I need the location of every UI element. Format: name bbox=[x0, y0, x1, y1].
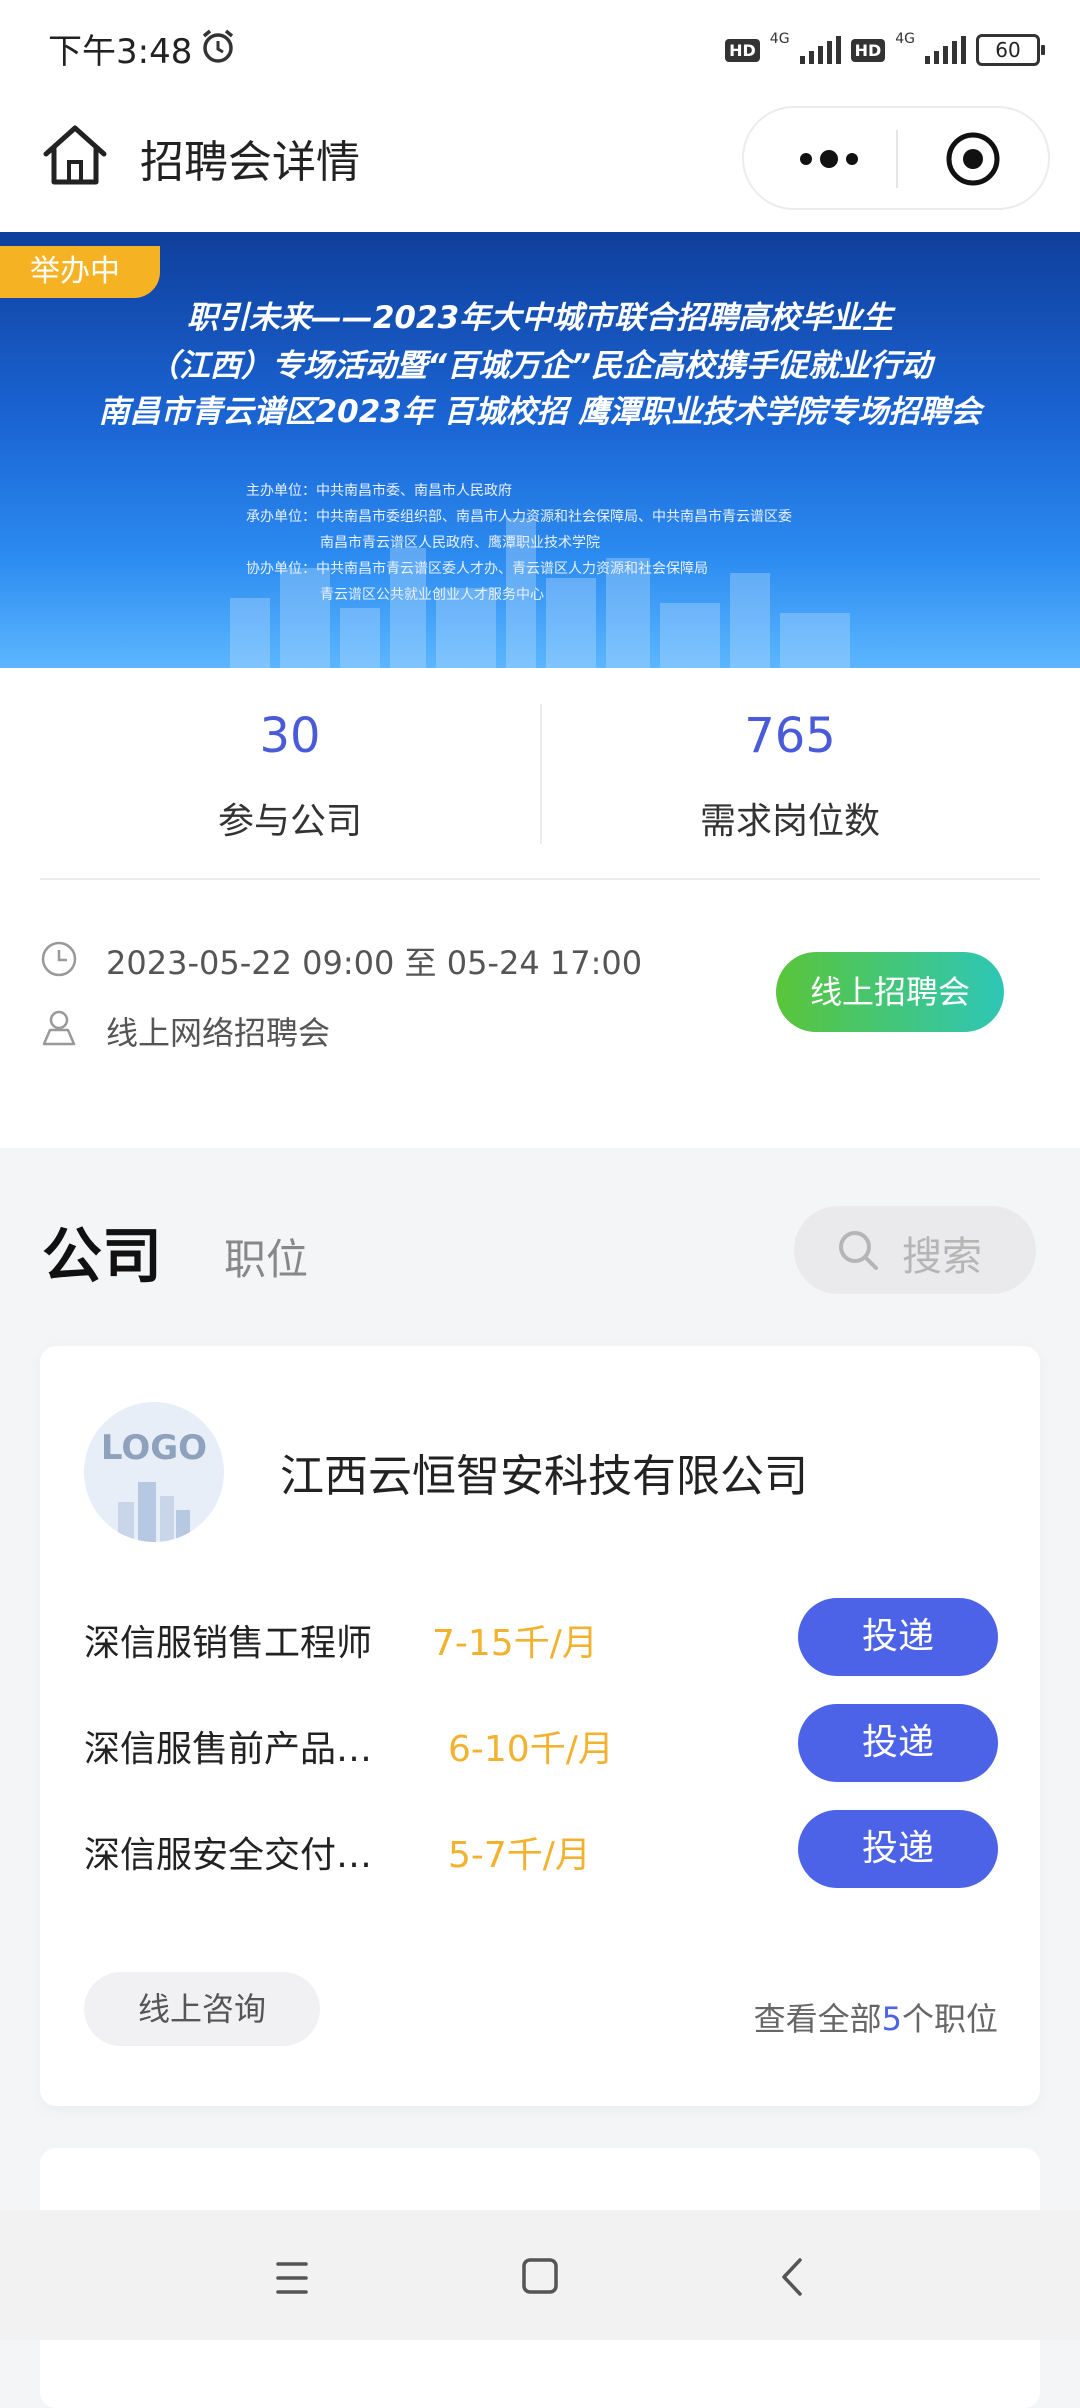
positions-count: 765 bbox=[744, 708, 836, 764]
logo-placeholder-text: LOGO bbox=[100, 1428, 208, 1468]
job-title[interactable]: 深信服售前产品… bbox=[84, 1720, 372, 1772]
company-card[interactable]: LOGO 江西云恒智安科技有限公司 深信服销售工程师 7-15千/月 投递 深信… bbox=[40, 1346, 1040, 2106]
home-square-icon[interactable] bbox=[518, 2254, 562, 2298]
banner-headline-3: 南昌市青云谱区2023年 百城校招 鹰潭职业技术学院专场招聘会 bbox=[98, 394, 982, 430]
event-time: 2023-05-22 09:00 至 05-24 17:00 bbox=[106, 944, 643, 982]
person-icon bbox=[42, 1010, 76, 1046]
event-location: 线上网络招聘会 bbox=[106, 1014, 331, 1052]
positions-label: 需求岗位数 bbox=[699, 801, 880, 842]
page-title: 招聘会详情 bbox=[140, 137, 360, 188]
target-icon[interactable] bbox=[944, 130, 1002, 188]
divider bbox=[40, 878, 1040, 880]
apply-button[interactable]: 投递 bbox=[798, 1810, 998, 1888]
view-all-prefix: 查看全部 bbox=[753, 2000, 882, 2038]
online-fair-button[interactable]: 线上招聘会 bbox=[776, 952, 1004, 1032]
job-salary: 6-10千/月 bbox=[448, 1729, 614, 1770]
job-salary: 7-15千/月 bbox=[432, 1623, 598, 1664]
status-indicators: HD 4G HD 4G 60 bbox=[725, 30, 1045, 70]
home-icon[interactable] bbox=[40, 120, 110, 190]
banner-headline-2: （江西）专场活动暨“百城万企”民企高校携手促就业行动 bbox=[148, 348, 932, 384]
battery-icon: 60 bbox=[976, 34, 1045, 66]
view-all-positions-link[interactable]: 查看全部5个职位 bbox=[754, 1994, 998, 2040]
company-logo: LOGO bbox=[84, 1402, 224, 1542]
more-icon[interactable] bbox=[784, 134, 874, 184]
online-consult-button[interactable]: 线上咨询 bbox=[84, 1972, 320, 2046]
job-salary: 5-7千/月 bbox=[448, 1835, 591, 1876]
mini-program-capsule bbox=[742, 106, 1050, 210]
hd-icon: HD bbox=[850, 38, 886, 62]
hd-icon: HD bbox=[725, 38, 760, 62]
building-icon bbox=[118, 1482, 190, 1542]
menu-icon[interactable] bbox=[262, 2260, 322, 2296]
back-icon[interactable] bbox=[772, 2254, 812, 2300]
tab-position[interactable]: 职位 bbox=[224, 1226, 308, 1287]
banner-headline-1: 职引未来——2023年大中城市联合招聘高校毕业生 bbox=[186, 300, 894, 336]
signal-icon bbox=[799, 36, 841, 64]
alarm-icon bbox=[202, 29, 234, 63]
nav-bar: 招聘会详情 bbox=[0, 96, 1080, 232]
status-badge: 举办中 bbox=[0, 246, 160, 298]
event-banner: 举办中 职引未来——2023年大中城市联合招聘高校毕业生 （江西）专场活动暨“百… bbox=[0, 232, 1080, 668]
signal-icon bbox=[925, 36, 966, 64]
tab-company[interactable]: 公司 bbox=[42, 1208, 162, 1295]
search-box[interactable]: 搜索 bbox=[794, 1206, 1036, 1294]
capsule-divider bbox=[896, 130, 898, 188]
job-title[interactable]: 深信服安全交付… bbox=[84, 1826, 372, 1878]
status-bar: 下午3:48 HD 4G HD 4G 60 bbox=[0, 0, 1080, 96]
status-time: 下午3:48 bbox=[48, 32, 193, 72]
event-info-card: 30 参与公司 765 需求岗位数 2023-05-22 09:00 至 05-… bbox=[0, 668, 1080, 1148]
companies-count: 30 bbox=[259, 708, 321, 764]
companies-label: 参与公司 bbox=[217, 801, 362, 842]
banner-organizer: 承办单位：中共南昌市委组织部、南昌市人力资源和社会保障局、中共南昌市青云谱区委 bbox=[246, 509, 792, 525]
job-title[interactable]: 深信服销售工程师 bbox=[84, 1614, 372, 1666]
search-placeholder: 搜索 bbox=[902, 1234, 982, 1280]
search-icon bbox=[839, 1231, 878, 1270]
banner-organizer: 青云谱区公共就业创业人才服务中心 bbox=[320, 587, 544, 603]
banner-organizer: 主办单位：中共南昌市委、南昌市人民政府 bbox=[246, 483, 512, 499]
network-label: 4G bbox=[769, 31, 790, 47]
apply-button[interactable]: 投递 bbox=[798, 1598, 998, 1676]
view-all-suffix: 个职位 bbox=[901, 2000, 998, 2038]
clock-icon bbox=[41, 941, 77, 977]
company-name[interactable]: 江西云恒智安科技有限公司 bbox=[280, 1440, 808, 1504]
network-label: 4G bbox=[895, 31, 915, 47]
apply-button[interactable]: 投递 bbox=[798, 1704, 998, 1782]
banner-organizer: 协办单位：中共南昌市青云谱区委人才办、青云谱区人力资源和社会保障局 bbox=[246, 561, 708, 577]
view-all-count: 5 bbox=[881, 2000, 902, 2038]
banner-organizer: 南昌市青云谱区人民政府、鹰潭职业技术学院 bbox=[320, 535, 600, 551]
system-nav-bar bbox=[0, 2210, 1080, 2340]
